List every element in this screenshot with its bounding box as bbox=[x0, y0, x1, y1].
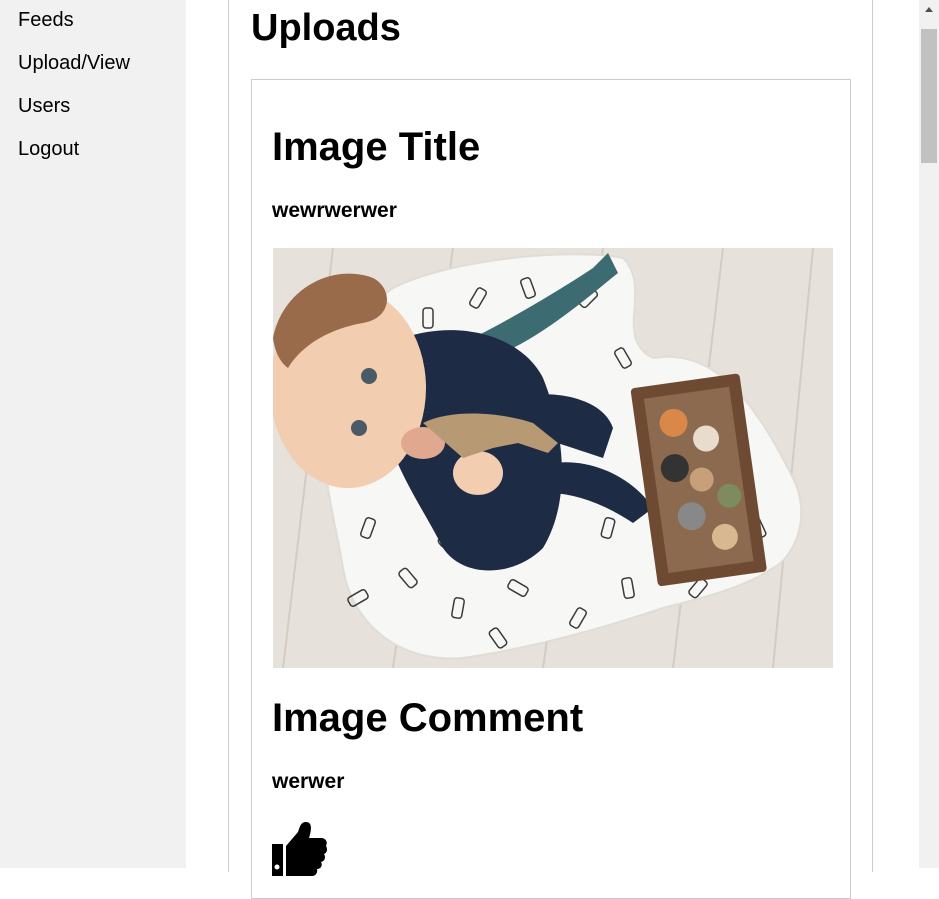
page-title: Uploads bbox=[251, 7, 401, 49]
sidebar: Feeds Upload/View Users Logout bbox=[0, 0, 186, 868]
scroll-up-arrow-icon[interactable] bbox=[919, 0, 939, 20]
nav-logout-link[interactable]: Logout bbox=[18, 137, 79, 161]
nav-feeds-link[interactable]: Feeds bbox=[18, 8, 74, 32]
upload-card: Image Title wewrwerwer Image Comment wer… bbox=[251, 79, 851, 899]
uploaded-image bbox=[273, 248, 833, 668]
image-comment-value: werwer bbox=[272, 770, 345, 793]
image-title-heading: Image Title bbox=[272, 125, 481, 169]
image-title-value: wewrwerwer bbox=[272, 199, 397, 222]
vertical-scrollbar[interactable] bbox=[919, 0, 939, 868]
nav-users-link[interactable]: Users bbox=[18, 94, 70, 118]
main-content: Uploads Image Title wewrwerwer Image Com… bbox=[228, 0, 873, 899]
image-comment-heading: Image Comment bbox=[272, 696, 584, 740]
scrollbar-thumb[interactable] bbox=[921, 29, 937, 163]
nav-upload-view-link[interactable]: Upload/View bbox=[18, 51, 130, 75]
